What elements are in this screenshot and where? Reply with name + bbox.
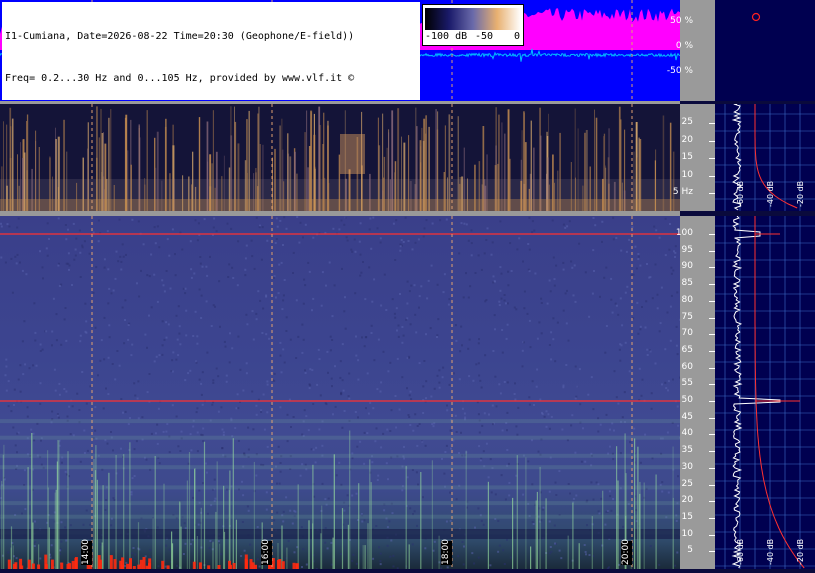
profile-db-label: -40 dB [766,539,775,565]
profile-db-label: -60 dB [736,181,745,207]
side-panel-marker [715,0,815,101]
axis-tick: 30 [682,462,693,472]
axis-tick: -50 % [667,66,693,76]
low-spectrum-profile: -60 dB -40 dB -20 dB [715,104,815,211]
low-spectrogram-image [0,104,680,211]
axis-tick: 10 [682,170,693,180]
axis-tick: 100 [676,228,693,238]
low-spectrum-graph: -60 dB -40 dB -20 dB [715,104,815,211]
high-frequency-spectrogram [0,216,680,569]
axis-tick: 50 % [670,16,693,26]
axis-tick: 25 [682,117,693,127]
high-spectrogram-image [0,216,680,569]
profile-db-label: -40 dB [766,181,775,207]
axis-tick: 15 [682,512,693,522]
axis-tick: 25 [682,479,693,489]
axis-tick: 15 [682,152,693,162]
axis-tick: 5 Hz [673,187,693,197]
time-label-1400: 14:00 [81,541,92,565]
db-color-scale: -100 dB -50 0 [422,4,524,46]
color-scale-gradient [425,8,521,30]
axis-tick: 20 [682,495,693,505]
axis-tick: 0 % [676,41,693,51]
profile-db-label: -60 dB [736,539,745,565]
low-frequency-spectrogram [0,104,680,211]
time-label-1800: 18:00 [441,541,452,565]
scale-label-max: 0 [514,31,520,42]
axis-tick: 80 [682,295,693,305]
waveform-side-panel [715,0,815,101]
low-frequency-axis: 252015105 Hz [680,104,715,211]
high-spectrum-profile: -60 dB -40 dB -20 dB [715,216,815,569]
axis-tick: 50 [682,395,693,405]
axis-tick: 60 [682,362,693,372]
axis-tick: 45 [682,412,693,422]
time-label-2000: 20:00 [621,541,632,565]
axis-tick: 55 [682,378,693,388]
high-frequency-axis: 1009590858075706560555045403530252015105 [680,216,715,569]
axis-tick: 5 [687,545,693,555]
axis-tick: 85 [682,278,693,288]
axis-tick: 20 [682,135,693,145]
profile-db-label: -20 dB [796,539,805,565]
axis-tick: 10 [682,529,693,539]
axis-tick: 70 [682,328,693,338]
axis-tick: 35 [682,445,693,455]
scale-label-min: -100 dB [425,31,467,42]
time-label-1600: 16:00 [261,541,272,565]
axis-tick: 40 [682,428,693,438]
axis-tick: 75 [682,312,693,322]
high-spectrum-graph: -60 dB -40 dB -20 dB [715,216,815,569]
waveform-amplitude-axis: 50 % 0 % -50 % [680,0,715,101]
scale-label-mid: -50 [475,31,493,42]
axis-tick: 95 [682,245,693,255]
header-line1: I1-Cumiana, Date=2026-08-22 Time=20:30 (… [5,30,417,44]
header-line2: Freq= 0.2...30 Hz and 0...105 Hz, provid… [5,72,417,86]
plot-header: I1-Cumiana, Date=2026-08-22 Time=20:30 (… [2,2,420,100]
profile-db-label: -20 dB [796,181,805,207]
axis-tick: 65 [682,345,693,355]
axis-tick: 90 [682,261,693,271]
